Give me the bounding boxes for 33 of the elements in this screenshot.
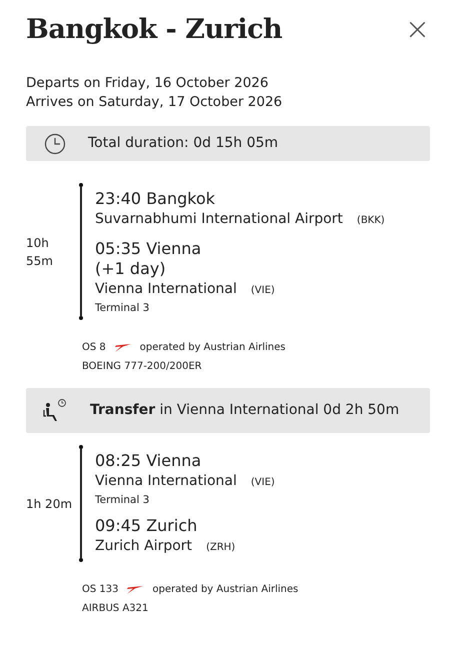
departure-date: Departs on Friday, 16 October 2026 [26,74,270,94]
total-duration: Total duration: 0d 15h 05m [88,134,278,154]
clock-icon [44,132,66,155]
operator-text: operated by Austrian Airlines [140,341,286,356]
aircraft-type: BOEING 777-200/200ER [82,360,203,374]
airport-code: (BKK) [356,215,385,226]
airport-code: (ZRH) [206,542,236,554]
seated-person-icon [42,398,68,424]
stop-time-city: 09:45 Zurich [95,516,198,536]
airport-name: Vienna International [95,281,237,298]
airline-logo [126,586,144,594]
stop-time-city: 05:35 Vienna [95,239,202,260]
operator-text: operated by Austrian Airlines [152,583,298,598]
stop-time-city: 23:40 Bangkok [95,189,216,210]
terminal: Terminal 3 [95,301,150,316]
aircraft-type: AIRBUS A321 [82,602,150,616]
flight-duration: 1h 20m [26,496,74,513]
airport-name: Zurich Airport [95,538,192,554]
flight-duration: 10h 55m [26,234,54,270]
dialog-title: Bangkok - Zurich [26,14,282,46]
airline-logo [114,344,132,352]
flight-number: OS 133 [82,583,118,598]
day-offset: (+1 day) [95,259,167,280]
airport-code: (VIE) [250,477,275,488]
flight-number: OS 8 [82,341,106,356]
airport-name: Suvarnabhumi International Airport [95,211,343,228]
arrival-date: Arrives on Saturday, 17 October 2026 [26,93,284,112]
airport-name: Vienna International [95,473,237,490]
transfer-text: Transfer in Vienna International 0d 2h 50m [90,401,400,420]
terminal: Terminal 3 [95,493,150,508]
stop-time-city: 08:25 Vienna [95,451,202,472]
close-button[interactable]: × [404,15,430,46]
airport-code: (VIE) [250,285,275,296]
